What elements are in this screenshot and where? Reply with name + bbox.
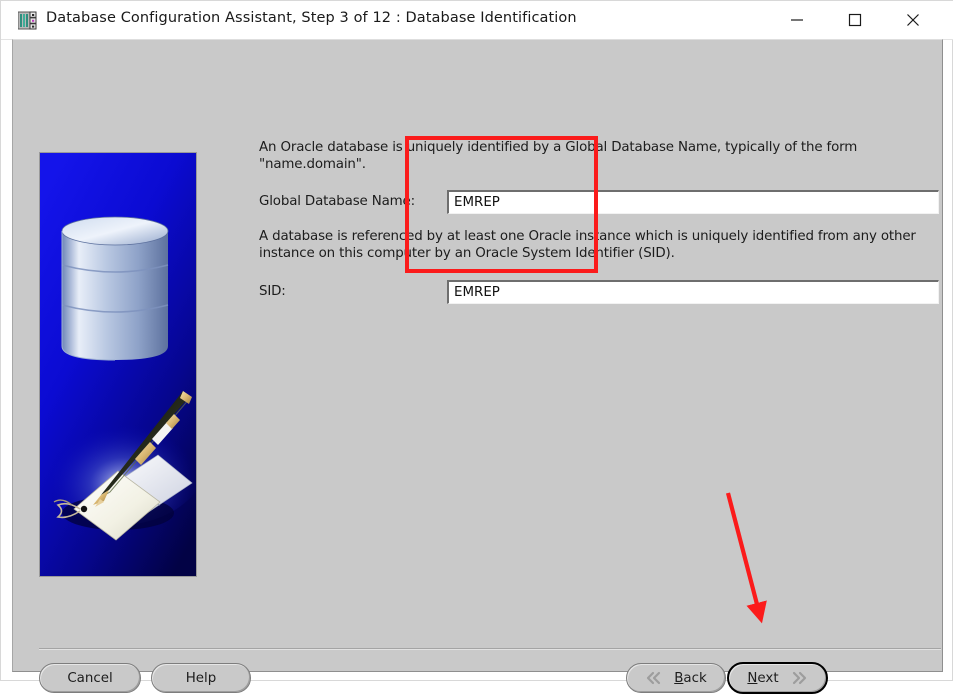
sid-input[interactable] (447, 280, 939, 304)
next-mnemonic: N (747, 670, 758, 686)
back-button[interactable]: Back (626, 663, 726, 693)
next-button-label: Next (747, 671, 778, 686)
cancel-button-label: Cancel (67, 670, 113, 686)
window-title: Database Configuration Assistant, Step 3… (46, 10, 577, 26)
next-button[interactable]: Next (727, 662, 828, 694)
cancel-button[interactable]: Cancel (39, 663, 141, 693)
double-chevron-left-icon (645, 671, 662, 685)
database-app-icon (17, 11, 37, 30)
sid-label: SID: (259, 284, 286, 299)
global-database-name-label: Global Database Name: (259, 194, 415, 209)
minimize-icon[interactable] (774, 1, 820, 38)
back-label-rest: ack (683, 670, 707, 686)
double-chevron-right-icon (791, 671, 808, 685)
application-window: Database Configuration Assistant, Step 3… (0, 0, 953, 694)
wizard-content-panel: An Oracle database is uniquely identifie… (12, 39, 943, 694)
help-button-label: Help (185, 670, 217, 686)
back-button-label: Back (674, 671, 707, 686)
close-icon[interactable] (890, 1, 936, 38)
help-button[interactable]: Help (151, 663, 251, 693)
global-database-name-input[interactable] (447, 190, 939, 214)
sidebar-illustration (39, 152, 197, 577)
footer-separator (39, 648, 941, 650)
next-label-rest: ext (757, 670, 779, 686)
maximize-icon[interactable] (832, 1, 878, 38)
title-bar: Database Configuration Assistant, Step 3… (1, 1, 953, 40)
intro-paragraph-1: An Oracle database is uniquely identifie… (259, 140, 858, 172)
intro-paragraph-2: A database is referenced by at least one… (259, 229, 916, 261)
